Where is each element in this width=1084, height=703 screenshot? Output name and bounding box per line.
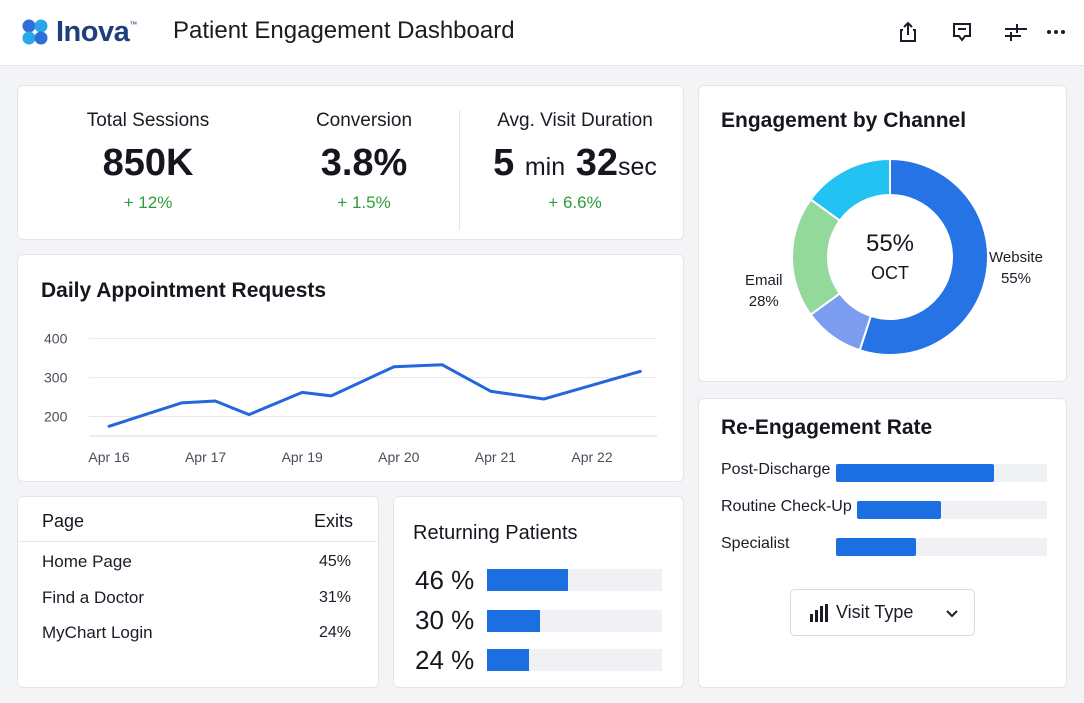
- returning-bar-fill: [487, 610, 540, 632]
- table-header-exits: Exits: [314, 511, 354, 531]
- kpi-conversion: Conversion 3.8% + 1.5%: [288, 110, 440, 213]
- x-tick-label: Apr 20: [378, 449, 419, 465]
- daily-appointments-title: Daily Appointment Requests: [41, 279, 327, 302]
- series-line: [107, 363, 642, 428]
- kpi-value: 850K: [102, 142, 194, 184]
- table-header-divider: [19, 541, 377, 542]
- returning-row-label: 46 %: [415, 565, 475, 595]
- kpi-value: 3.8%: [320, 142, 408, 184]
- reengagement-bar-fill: [836, 538, 917, 556]
- chevron-down-icon: [946, 609, 958, 617]
- visit-type-dropdown[interactable]: Visit Type: [790, 589, 975, 636]
- logo-text: Inova: [56, 15, 130, 48]
- kpi-avg-visit-duration: Avg. Visit Duration 5 min 32sec + 6.6%: [480, 110, 670, 213]
- comment-button[interactable]: [948, 18, 976, 46]
- returning-bar-track: [487, 649, 662, 671]
- filter-settings-icon: [1005, 24, 1027, 41]
- table-header-page: Page: [42, 511, 85, 531]
- y-tick-label: 200: [44, 409, 68, 425]
- x-tick-label: Apr 16: [88, 449, 129, 465]
- kpi-delta: + 12%: [123, 193, 173, 212]
- comment-icon: [953, 23, 971, 42]
- more-options-button[interactable]: [1042, 18, 1070, 46]
- table-row-exits: 24%: [318, 624, 351, 641]
- returning-bar-fill: [487, 649, 529, 671]
- email-label-pct: 28%: [748, 293, 779, 310]
- kpi-value: 5 min 32sec: [480, 142, 670, 185]
- bar-chart-icon: [810, 603, 828, 622]
- visit-type-label: Visit Type: [836, 602, 914, 622]
- engagement-channel-title: Engagement by Channel: [721, 109, 967, 132]
- y-tick-label: 300: [44, 370, 68, 386]
- reengagement-bar-fill: [836, 464, 995, 482]
- reengagement-row-label: Specialist: [721, 535, 790, 552]
- kpi-delta: + 1.5%: [337, 193, 391, 212]
- kpi-label: Avg. Visit Duration: [497, 110, 653, 131]
- donut-slice: [791, 197, 842, 317]
- website-label-pct: 55%: [1000, 270, 1031, 287]
- logo: Inova ™: [20, 14, 137, 50]
- engagement-donut-chart: [791, 160, 989, 356]
- reengagement-bar-fill: [857, 501, 941, 519]
- returning-bar-track: [487, 610, 662, 632]
- more-icon: [1047, 30, 1065, 34]
- reengagement-bar-track: [836, 464, 1047, 482]
- filter-settings-button[interactable]: [1002, 18, 1030, 46]
- reengagement-row-label: Routine Check-Up: [721, 498, 852, 515]
- x-tick-label: Apr 22: [571, 449, 612, 465]
- returning-row-label: 30 %: [415, 605, 475, 635]
- share-button[interactable]: [894, 18, 922, 46]
- table-row-exits: 31%: [318, 589, 351, 606]
- donut-center-label: OCT: [871, 263, 909, 283]
- returning-bar-fill: [487, 569, 568, 591]
- donut-center-value: 55%: [865, 230, 915, 257]
- email-label-name: Email: [745, 272, 783, 289]
- top-bar: Inova ™ Patient Engagement Dashboard: [0, 0, 1084, 66]
- y-tick-label: 400: [44, 331, 68, 347]
- email-label: Email 28%: [745, 270, 783, 312]
- duration-seconds: 32: [575, 142, 618, 184]
- kpi-card: Total Sessions 850K + 12% Conversion 3.8…: [17, 85, 684, 240]
- reengagement-title: Re-Engagement Rate: [721, 416, 933, 439]
- kpi-divider: [459, 110, 460, 230]
- kpi-label: Total Sessions: [86, 110, 210, 131]
- duration-minutes-unit: min: [524, 153, 566, 181]
- reengagement-bar-track: [857, 501, 1047, 519]
- logo-mark-icon: [22, 19, 48, 45]
- x-tick-label: Apr 17: [185, 449, 226, 465]
- returning-bar-track: [487, 569, 662, 591]
- table-row-page[interactable]: Home Page: [42, 552, 132, 572]
- kpi-label: Conversion: [315, 110, 413, 131]
- table-row-page[interactable]: MyChart Login: [42, 623, 153, 643]
- x-tick-label: Apr 21: [475, 449, 516, 465]
- website-label: Website 55%: [989, 247, 1043, 289]
- reengagement-bar-track: [836, 538, 1047, 556]
- daily-appointments-chart: 200 300 400 Apr 16 Apr 17 Apr 19 Apr 20 Apr 21 A…: [44, 331, 657, 465]
- table-row-exits: 45%: [318, 553, 351, 570]
- kpi-total-sessions: Total Sessions 850K + 12%: [68, 110, 228, 213]
- share-icon: [900, 21, 916, 42]
- reengagement-row-label: Post-Discharge: [721, 461, 831, 478]
- website-label-name: Website: [989, 249, 1043, 266]
- duration-minutes: 5: [493, 142, 515, 184]
- duration-seconds-unit: sec: [617, 153, 657, 181]
- logo-trademark: ™: [129, 20, 138, 29]
- returning-patients-title: Returning Patients: [413, 522, 578, 544]
- kpi-delta: + 6.6%: [548, 193, 602, 212]
- returning-row-label: 24 %: [415, 645, 475, 675]
- page-title: Patient Engagement Dashboard: [173, 17, 515, 44]
- x-tick-label: Apr 19: [282, 449, 323, 465]
- table-row-page[interactable]: Find a Doctor: [42, 588, 144, 608]
